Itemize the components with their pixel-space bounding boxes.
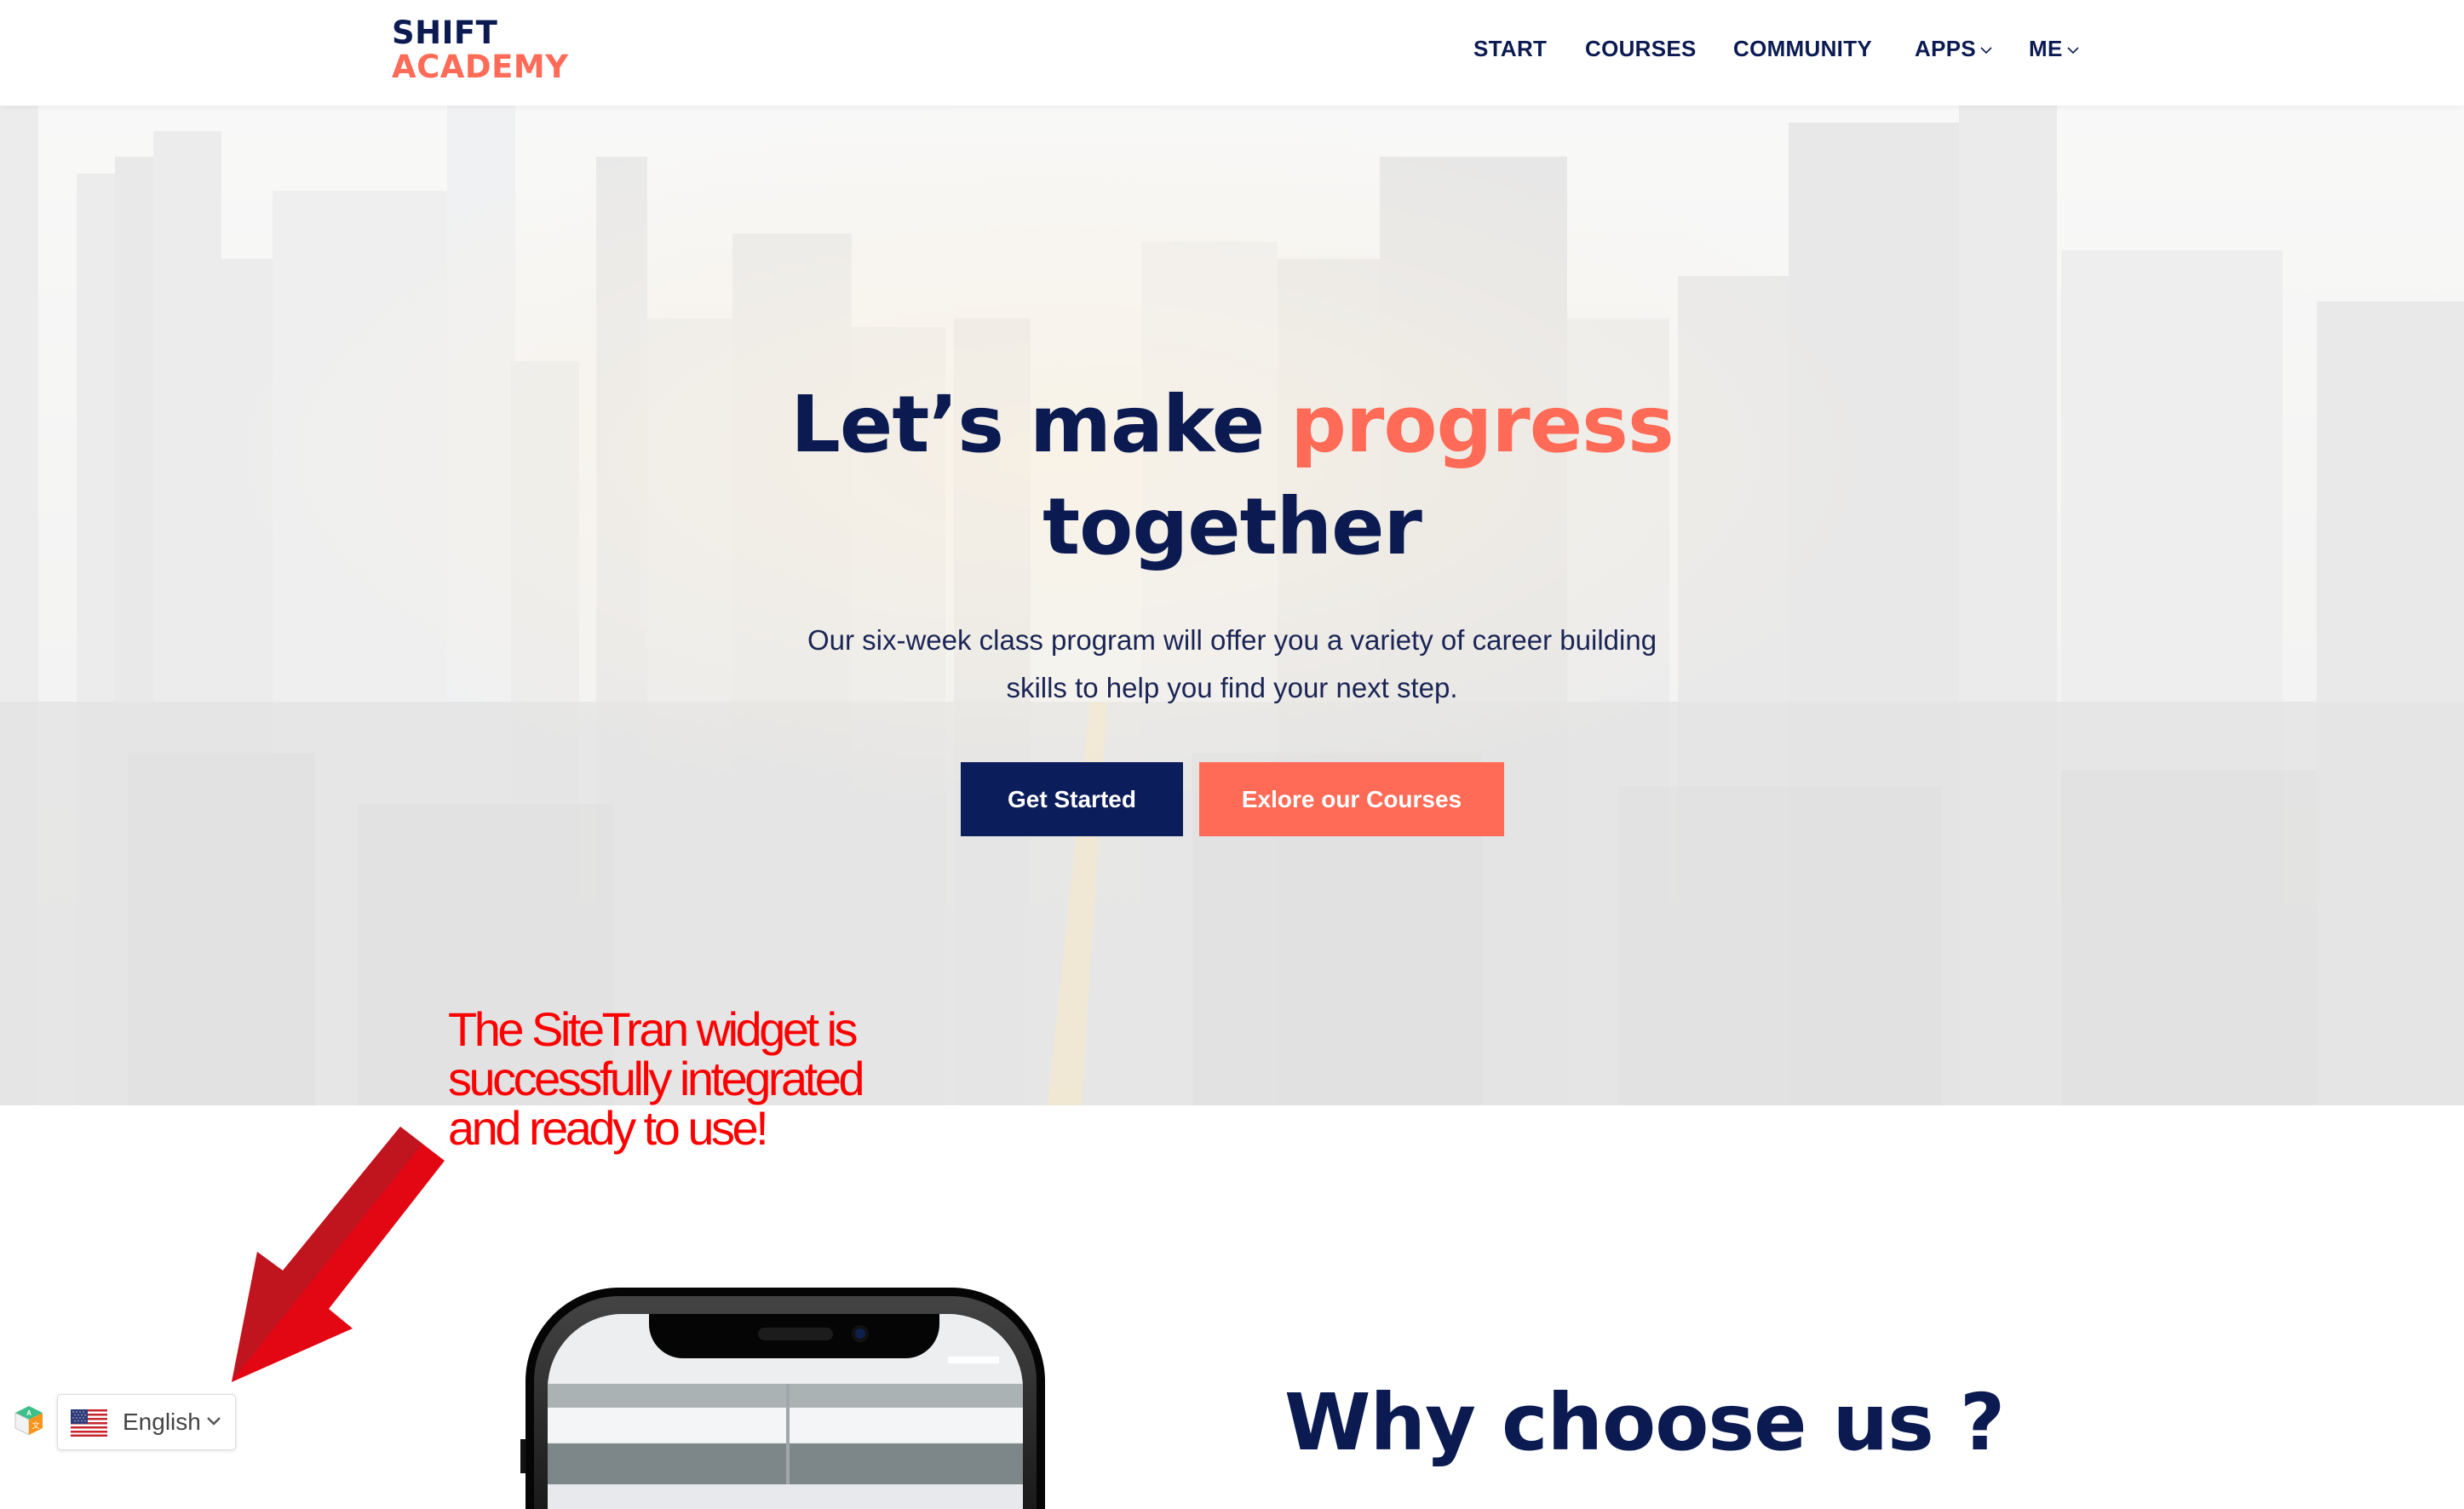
us-flag-icon (71, 1409, 107, 1437)
phone-screen (548, 1314, 1023, 1509)
phone-speaker (758, 1328, 833, 1340)
why-choose-us-heading: Why choose us ? (1284, 1377, 2005, 1468)
explore-courses-button[interactable]: Exlore our Courses (1199, 762, 1504, 836)
get-started-button[interactable]: Get Started (961, 762, 1183, 836)
hero-title-text: Let’s make (790, 379, 1291, 470)
nav-apps[interactable]: APPS (1915, 36, 1993, 61)
chevron-down-icon (207, 1417, 221, 1426)
red-arrow-icon (232, 1127, 445, 1382)
phone-camera (852, 1325, 869, 1342)
nav-start-label: START (1473, 36, 1548, 61)
sitetran-cube-icon[interactable]: A 文 (14, 1405, 43, 1436)
nav-start[interactable]: START (1473, 36, 1547, 61)
nav-me[interactable]: ME (2029, 36, 2080, 61)
phone-bezel (534, 1296, 1037, 1509)
language-selector[interactable]: English (57, 1394, 236, 1450)
nav-courses[interactable]: COURSES (1585, 36, 1697, 61)
phone-notch (649, 1314, 939, 1358)
nav-me-label: ME (2029, 36, 2063, 61)
nav-courses-label: COURSES (1585, 36, 1697, 61)
nav-community-label: COMMUNITY (1733, 36, 1873, 61)
chevron-down-icon (1980, 47, 1992, 55)
language-label: English (123, 1409, 201, 1435)
hero-title-accent: progress (1290, 379, 1674, 470)
nav-apps-label: APPS (1915, 36, 1977, 61)
svg-text:文: 文 (32, 1420, 39, 1430)
nav-community[interactable]: COMMUNITY (1733, 36, 1872, 61)
chevron-down-icon (2067, 47, 2079, 55)
phone-mockup (526, 1288, 1045, 1509)
svg-text:A: A (26, 1409, 32, 1417)
